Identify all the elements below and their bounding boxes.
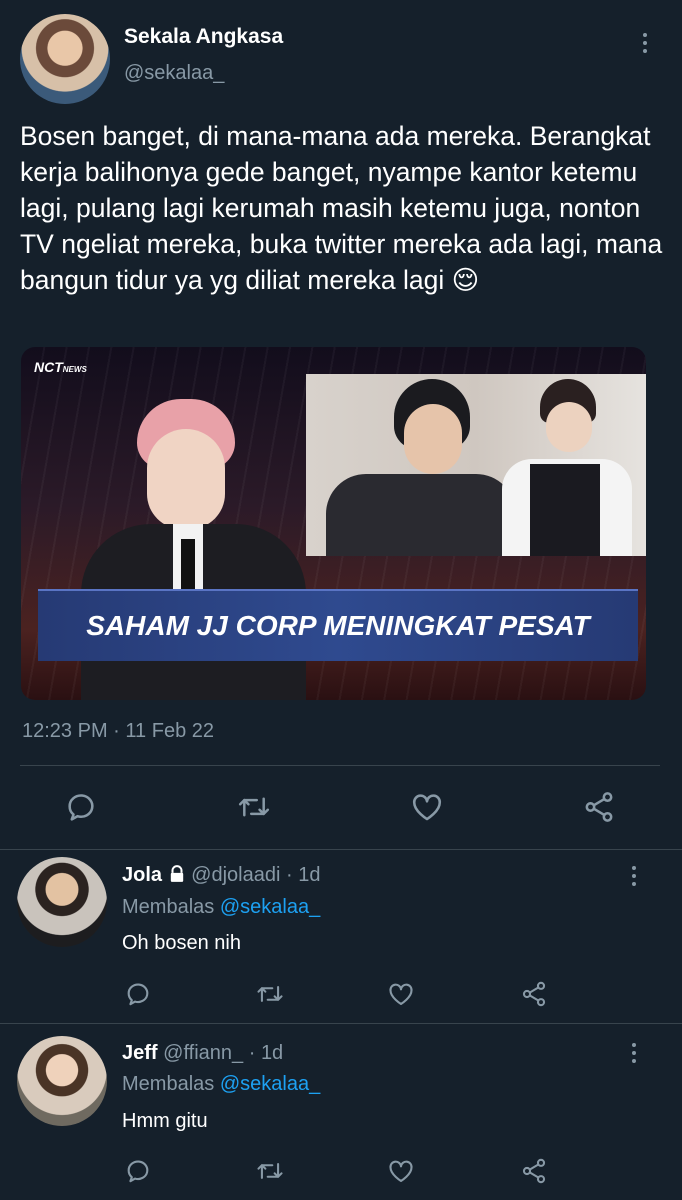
reply-avatar[interactable] [17, 857, 107, 947]
headline-banner: SAHAM JJ CORP MENINGKAT PESAT [38, 589, 638, 661]
more-options-icon[interactable] [627, 866, 641, 886]
tweet-media-image[interactable]: NCTNEWS SAHAM JJ CORP MENINGKAT PESAT [21, 347, 646, 700]
relieved-face-emoji: 😌 [451, 265, 480, 295]
reply-avatar[interactable] [17, 1036, 107, 1126]
reply-header: Jeff @ffiann_ · 1d [122, 1042, 283, 1065]
replying-to-label: Membalas [122, 1073, 215, 1095]
share-icon[interactable] [520, 1157, 548, 1185]
replying-to-handle[interactable]: @sekalaa_ [220, 1073, 320, 1095]
reply-time[interactable]: 1d [298, 864, 320, 886]
replying-to: Membalas @sekalaa_ [122, 1073, 320, 1096]
reply-author-name[interactable]: Jeff [122, 1042, 158, 1064]
reply-time[interactable]: 1d [261, 1042, 283, 1064]
author-name[interactable]: Sekala Angkasa [124, 25, 283, 49]
share-icon[interactable] [520, 980, 548, 1008]
replying-to: Membalas @sekalaa_ [122, 896, 320, 919]
reply-author-handle[interactable]: @djolaadi [191, 864, 280, 886]
reply-icon[interactable] [64, 790, 98, 824]
news-logo-suffix: NEWS [62, 365, 87, 374]
reply-dot: · [285, 864, 293, 886]
divider-actions [0, 849, 682, 850]
reply-icon[interactable] [124, 980, 152, 1008]
headline-banner-text: SAHAM JJ CORP MENINGKAT PESAT [86, 610, 590, 641]
author-avatar[interactable] [20, 14, 110, 104]
tweet-text-body: Bosen banget, di mana-mana ada mereka. B… [20, 121, 663, 295]
divider-reply [0, 1023, 682, 1024]
retweet-icon[interactable] [255, 1157, 285, 1185]
divider-timestamp [20, 765, 660, 766]
retweet-icon[interactable] [255, 980, 285, 1008]
reply-text: Oh bosen nih [122, 932, 241, 954]
like-icon[interactable] [387, 1157, 415, 1185]
reply-author-name[interactable]: Jola [122, 864, 162, 886]
tweet-date: 11 Feb 22 [125, 720, 214, 742]
more-options-icon[interactable] [638, 33, 652, 53]
reply-header: Jola @djolaadi · 1d [122, 864, 320, 889]
reply-author-handle[interactable]: @ffiann_ [163, 1042, 243, 1064]
lock-icon [168, 865, 186, 889]
replying-to-handle[interactable]: @sekalaa_ [220, 896, 320, 918]
news-logo: NCTNEWS [34, 359, 87, 377]
like-icon[interactable] [410, 790, 444, 824]
like-icon[interactable] [387, 980, 415, 1008]
more-options-icon[interactable] [627, 1043, 641, 1063]
reply-icon[interactable] [124, 1157, 152, 1185]
inset-photo [306, 374, 646, 556]
tweet-dot: · [113, 720, 120, 742]
tweet-text: Bosen banget, di mana-mana ada mereka. B… [20, 118, 668, 298]
reply-dot: · [248, 1042, 256, 1064]
retweet-icon[interactable] [236, 790, 272, 824]
tweet-time: 12:23 PM [22, 720, 108, 742]
tweet-timestamp[interactable]: 12:23 PM · 11 Feb 22 [22, 720, 214, 743]
author-handle[interactable]: @sekalaa_ [124, 62, 224, 85]
reply-text: Hmm gitu [122, 1110, 208, 1132]
replying-to-label: Membalas [122, 896, 215, 918]
news-logo-brand: NCT [34, 359, 63, 375]
share-icon[interactable] [582, 790, 616, 824]
